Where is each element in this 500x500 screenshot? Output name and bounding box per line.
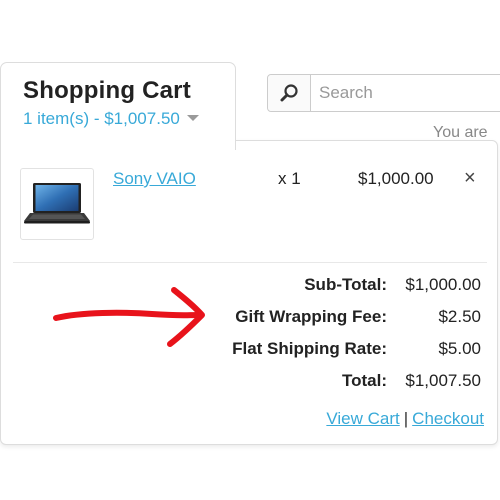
cart-summary-text: 1 item(s) - $1,007.50 [23, 109, 180, 128]
view-cart-link[interactable]: View Cart [326, 409, 399, 428]
cart-footer-links: View Cart | Checkout [326, 409, 484, 429]
annotation-arrow-icon [53, 287, 205, 347]
totals-label: Gift Wrapping Fee: [235, 307, 387, 326]
totals-label: Flat Shipping Rate: [232, 339, 387, 358]
search-button[interactable] [268, 75, 311, 111]
product-name-link[interactable]: Sony VAIO [113, 169, 196, 189]
link-separator: | [403, 409, 409, 428]
cart-title: Shopping Cart [23, 77, 191, 104]
search-box [267, 74, 500, 112]
totals-label: Total: [341, 371, 387, 390]
totals-row-total: Total: $1,007.50 [1, 371, 499, 395]
checkout-link[interactable]: Checkout [412, 409, 484, 428]
divider [13, 262, 487, 263]
totals-value: $2.50 [438, 307, 481, 326]
product-thumbnail[interactable] [20, 168, 94, 240]
product-price: $1,000.00 [358, 169, 434, 188]
remove-item-button[interactable]: × [464, 168, 476, 188]
cart-header: Shopping Cart 1 item(s) - $1,007.50 [0, 62, 236, 150]
caret-down-icon [186, 115, 199, 121]
page: You are Shopping Cart 1 item(s) - $1,007… [0, 0, 500, 500]
totals-value: $1,000.00 [405, 275, 481, 294]
totals-value: $5.00 [438, 339, 481, 358]
laptop-image [24, 183, 90, 224]
totals-label: Sub-Total: [304, 275, 387, 294]
search-input[interactable] [311, 75, 500, 111]
product-quantity: x 1 [278, 169, 301, 188]
cart-dropdown-toggle[interactable]: 1 item(s) - $1,007.50 [23, 109, 199, 129]
search-icon [280, 84, 298, 102]
totals-value: $1,007.50 [405, 371, 481, 390]
